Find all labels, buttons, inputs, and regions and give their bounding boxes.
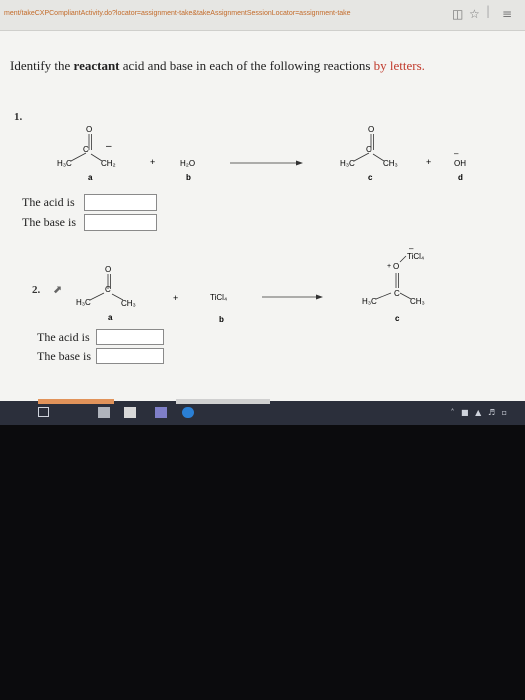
r1-letter-b: b — [186, 173, 191, 182]
r2-a-left: H₃C — [76, 298, 91, 307]
r1-letter-a: a — [88, 173, 93, 182]
r1-c-left: H₃C — [340, 159, 355, 168]
menu-icon[interactable]: ≡ — [502, 7, 512, 21]
task-view-icon[interactable] — [38, 407, 49, 417]
taskbar: ˄ ■ ▲ ♬ ▫ — [0, 399, 525, 425]
r1-acid-input[interactable] — [84, 194, 157, 211]
r1-d-charge: – — [454, 149, 459, 158]
url-text[interactable]: ment/takeCXPCompliantActivity.do?locator… — [4, 10, 351, 17]
r2-b: TiCl₄ — [210, 293, 227, 302]
r2-letter-b: b — [219, 315, 224, 323]
r1-a-carbon: C — [83, 145, 89, 154]
r2-base-label: The base is — [37, 349, 91, 363]
system-tray[interactable]: ˄ ■ ▲ ♬ ▫ — [451, 408, 509, 417]
r2-c-right: CH₃ — [410, 297, 425, 306]
r2-plus: + — [173, 293, 178, 303]
r1-plus-2: + — [426, 157, 431, 167]
reader-icon[interactable]: ◫ — [452, 7, 463, 21]
r1-a-right: CH₂ — [101, 159, 116, 168]
assignment-content: Identify the reactant acid and base in e… — [0, 31, 525, 401]
r1-acid-label: The acid is — [22, 195, 75, 209]
r2-letter-a: a — [108, 313, 113, 322]
question-heading: Identify the reactant acid and base in e… — [10, 58, 425, 74]
app-icon[interactable] — [155, 407, 167, 418]
reaction-2-diagram: H₃C C O CH₃ a + TiCl₄ b TiCl₄ – + O C H₃… — [76, 244, 425, 323]
r1-plus-1: + — [150, 157, 155, 167]
r2-c-plus: + — [387, 263, 391, 270]
r1-base-label: The base is — [22, 215, 76, 229]
r1-a-charge: – — [106, 141, 112, 152]
r1-letter-d: d — [458, 173, 463, 182]
r2-letter-c: c — [395, 314, 400, 323]
r1-base-input[interactable] — [84, 214, 157, 231]
r2-c-carbon: C — [394, 289, 400, 298]
divider: | — [486, 4, 491, 18]
r2-base-input[interactable] — [96, 348, 164, 364]
r2-c-left: H₃C — [362, 297, 377, 306]
heading-prefix: Identify the — [10, 58, 74, 73]
gray-button-edge[interactable] — [176, 399, 270, 404]
heading-middle: acid and base in each of the following r… — [119, 58, 374, 73]
r2-c-top-charge: – — [409, 244, 414, 253]
r1-a-left: H₃C — [57, 159, 72, 168]
orange-button-edge[interactable] — [38, 399, 114, 404]
r1-c-oxygen: O — [368, 125, 374, 134]
r2-acid-input[interactable] — [96, 329, 164, 345]
r1-c-right: CH₃ — [383, 159, 398, 168]
mouse-cursor-icon: ⬈ — [53, 283, 63, 296]
star-icon[interactable]: ☆ — [469, 7, 480, 21]
heading-bold: reactant — [73, 58, 120, 73]
r2-c-top: TiCl₄ — [407, 252, 424, 261]
r1-a-oxygen: O — [86, 125, 92, 134]
r2-a-right: CH₃ — [121, 299, 136, 308]
r1-letter-c: c — [368, 173, 373, 182]
r2-c-oxygen: O — [393, 262, 399, 271]
browser-window: ment/takeCXPCompliantActivity.do?locator… — [0, 0, 525, 425]
address-bar[interactable]: ment/takeCXPCompliantActivity.do?locator… — [0, 0, 525, 31]
file-explorer-icon[interactable] — [98, 407, 110, 418]
r1-d: OH — [454, 159, 466, 168]
r1-b: H₂O — [180, 159, 195, 168]
r2-a-oxygen: O — [105, 265, 111, 274]
store-icon[interactable] — [124, 407, 136, 418]
edge-browser-icon[interactable] — [182, 407, 194, 418]
reaction-1-diagram: H₃C C O CH₂ – a + H₂O b H₃C C O CH₃ c + … — [57, 125, 466, 182]
heading-red: by letters. — [373, 58, 425, 73]
r2-acid-label: The acid is — [37, 330, 90, 344]
